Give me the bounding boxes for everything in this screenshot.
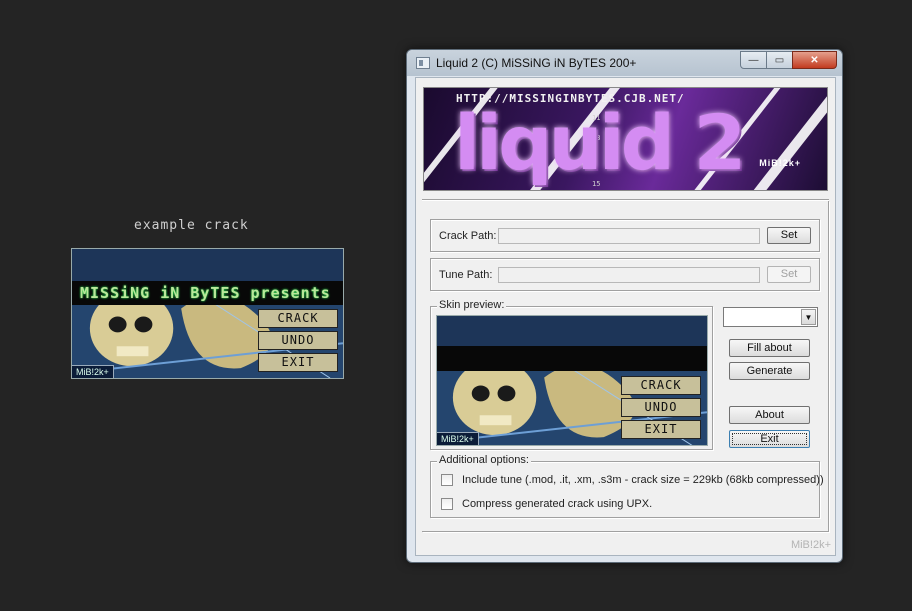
close-button[interactable]: ✕: [792, 51, 837, 69]
include-tune-checkbox[interactable]: [441, 474, 453, 486]
preview-undo-button: UNDO: [621, 398, 701, 417]
tune-path-group: Tune Path: Set: [430, 258, 820, 291]
tune-path-label: Tune Path:: [439, 269, 493, 281]
additional-options-legend: Additional options:: [437, 454, 531, 466]
liquid-banner: 11 13 15 HTTP://MISSINGINBYTES.CJB.NET/ …: [423, 87, 828, 191]
example-skin-image: MISSiNG iN ByTES presents CRACK UNDO EXI…: [71, 248, 344, 379]
additional-options-group: Additional options: Include tune (.mod, …: [430, 454, 824, 518]
compress-upx-option[interactable]: Compress generated crack using UPX.: [441, 498, 652, 510]
skin-banner-text: MISSiNG iN ByTES presents: [80, 284, 331, 302]
window-controls: — ▭ ✕: [740, 51, 837, 69]
skin-select-dropdown[interactable]: ▼: [723, 307, 818, 327]
footer-brand: MiB!2k+: [790, 539, 831, 551]
window-client-area: 11 13 15 HTTP://MISSINGINBYTES.CJB.NET/ …: [415, 77, 836, 556]
skin-banner-bar: MISSiNG iN ByTES presents: [72, 281, 343, 305]
minimize-button[interactable]: —: [740, 51, 767, 69]
example-crack-button: CRACK: [258, 309, 338, 328]
tune-path-field[interactable]: [498, 267, 760, 283]
generate-button[interactable]: Generate: [729, 362, 810, 380]
chevron-down-icon[interactable]: ▼: [801, 309, 816, 325]
app-icon: [416, 57, 430, 69]
preview-crack-button: CRACK: [621, 376, 701, 395]
example-exit-button: EXIT: [258, 353, 338, 372]
liquid-window: Liquid 2 (C) MiSSiNG iN ByTES 200+ — ▭ ✕…: [406, 49, 843, 563]
preview-exit-button: EXIT: [621, 420, 701, 439]
fill-about-button[interactable]: Fill about: [729, 339, 810, 357]
liquid-logo: liquid 2: [454, 98, 746, 187]
example-skin-badge: MiB!2k+: [72, 365, 114, 378]
skin-preview-bar: [437, 346, 707, 371]
maximize-button[interactable]: ▭: [766, 51, 793, 69]
about-button[interactable]: About: [729, 406, 810, 424]
skin-preview-group: Skin preview: CRACK UNDO EXIT MiB!2k+: [430, 299, 713, 450]
skin-preview-legend: Skin preview:: [437, 299, 507, 311]
crack-path-field[interactable]: [498, 228, 760, 244]
include-tune-option[interactable]: Include tune (.mod, .it, .xm, .s3m - cra…: [441, 474, 824, 486]
compress-upx-checkbox[interactable]: [441, 498, 453, 510]
preview-skin-badge: MiB!2k+: [437, 432, 479, 445]
exit-button[interactable]: Exit: [729, 430, 810, 448]
banner-divider: [422, 199, 829, 201]
crack-path-label: Crack Path:: [439, 230, 497, 242]
example-crack-label: example crack: [134, 218, 249, 233]
crack-path-set-button[interactable]: Set: [767, 227, 811, 244]
example-undo-button: UNDO: [258, 331, 338, 350]
window-title: Liquid 2 (C) MiSSiNG iN ByTES 200+: [436, 56, 637, 70]
tune-path-set-button[interactable]: Set: [767, 266, 811, 283]
include-tune-label: Include tune (.mod, .it, .xm, .s3m - cra…: [462, 474, 824, 486]
banner-tag: MiB!2k+: [759, 158, 801, 168]
skin-preview-image: CRACK UNDO EXIT MiB!2k+: [436, 315, 708, 446]
crack-path-group: Crack Path: Set: [430, 219, 820, 252]
title-bar[interactable]: Liquid 2 (C) MiSSiNG iN ByTES 200+ — ▭ ✕: [407, 50, 842, 76]
compress-upx-label: Compress generated crack using UPX.: [462, 498, 653, 510]
